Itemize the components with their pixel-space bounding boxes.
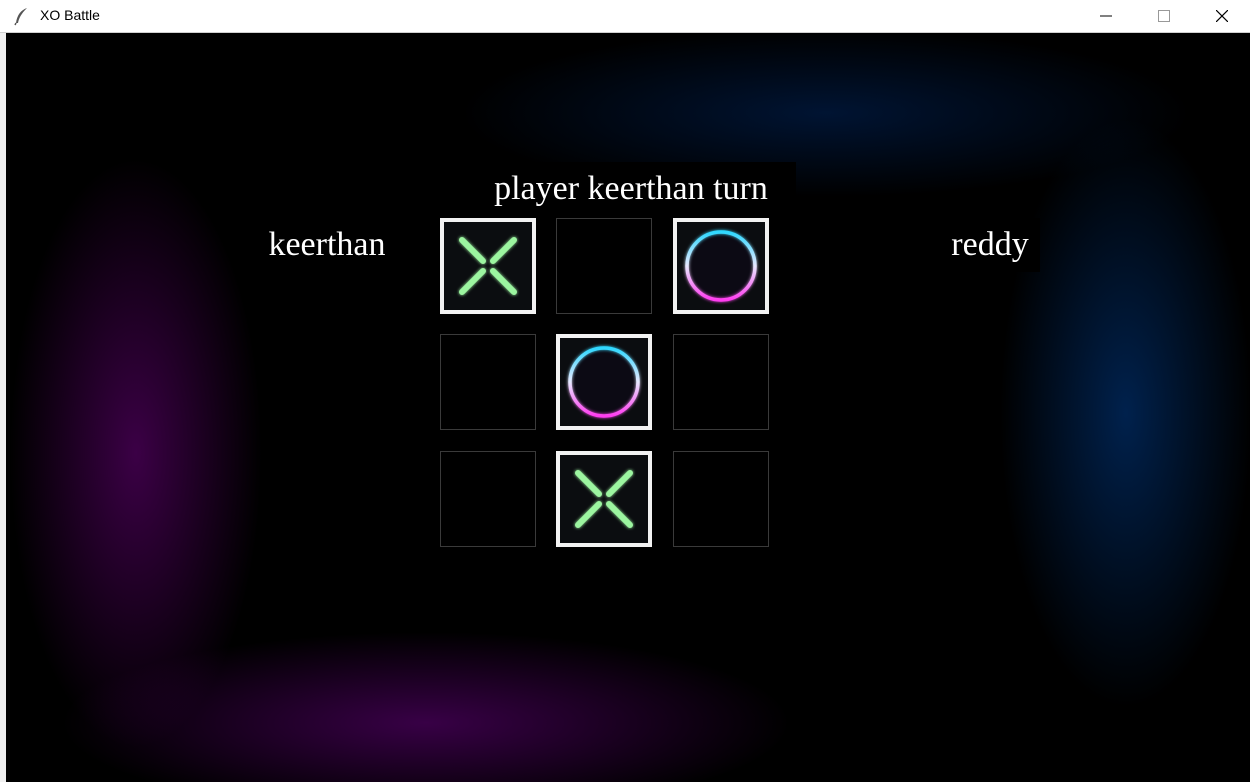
board-cell-r3c1[interactable] [440, 451, 536, 547]
board-cell-r3c3[interactable] [673, 451, 769, 547]
o-ring-icon [685, 230, 757, 302]
board-cell-r2c1[interactable] [440, 334, 536, 430]
o-ring-icon [568, 346, 640, 418]
close-icon [1216, 10, 1228, 22]
player1-name: keerthan [252, 218, 402, 272]
game-canvas: player keerthan turn keerthan reddy [6, 33, 1250, 782]
x-mark-icon [575, 470, 633, 528]
minimize-icon [1100, 15, 1112, 17]
maximize-button[interactable] [1135, 0, 1193, 32]
player2-name: reddy [940, 218, 1040, 272]
board-cell-r1c2[interactable] [556, 218, 652, 314]
minimize-button[interactable] [1077, 0, 1135, 32]
board-cell-r2c3[interactable] [673, 334, 769, 430]
board-cell-r2c2[interactable] [556, 334, 652, 430]
board-cell-r1c1[interactable] [440, 218, 536, 314]
window-titlebar: XO Battle [0, 0, 1250, 33]
maximize-icon [1158, 10, 1170, 22]
x-mark-icon [459, 237, 517, 295]
feather-icon [14, 8, 27, 26]
board-cell-r3c2[interactable] [556, 451, 652, 547]
close-button[interactable] [1193, 0, 1250, 32]
window-title: XO Battle [40, 7, 100, 23]
board-cell-r1c3[interactable] [673, 218, 769, 314]
turn-indicator: player keerthan turn [466, 162, 796, 215]
